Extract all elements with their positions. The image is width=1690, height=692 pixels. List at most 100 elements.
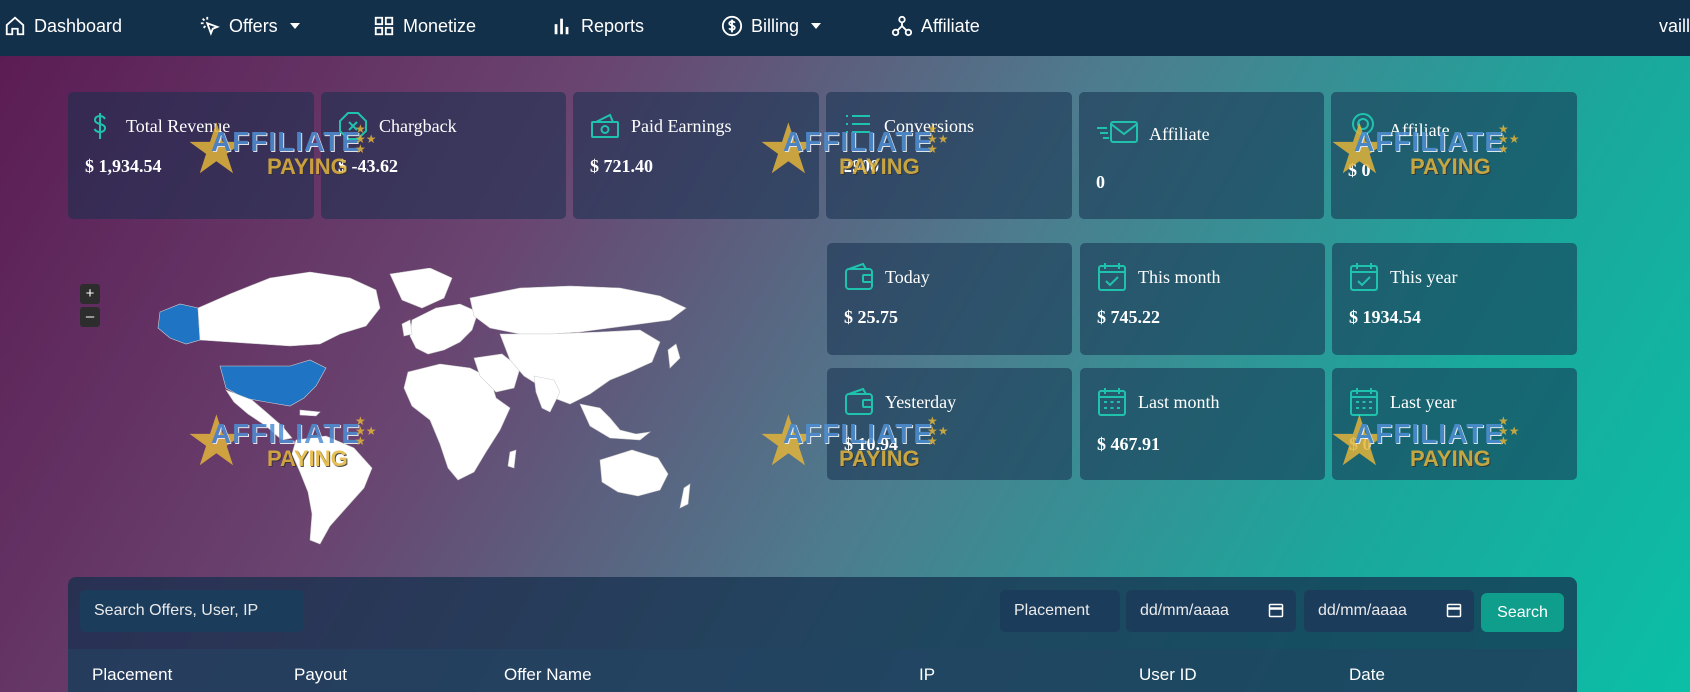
card-title: Today <box>885 267 930 287</box>
card-value: $ 10.94 <box>844 434 898 454</box>
calendar-icon[interactable] <box>1268 602 1284 618</box>
map-japan[interactable] <box>667 343 681 369</box>
card-title: Affiliate <box>1149 124 1210 144</box>
card-title: This year <box>1390 267 1458 287</box>
card-title: Paid Earnings <box>631 116 732 136</box>
map-caribbean[interactable] <box>299 409 321 417</box>
card-value: $ 0 <box>1348 160 1371 180</box>
map-madagascar[interactable] <box>507 449 517 469</box>
card-last-month: Last month $ 467.91 <box>1080 368 1325 480</box>
card-today: Today $ 25.75 <box>827 243 1072 355</box>
dollar-icon <box>84 110 116 142</box>
map-southeast-asia[interactable] <box>579 403 652 441</box>
map-south-america[interactable] <box>291 435 373 545</box>
column-header-ip[interactable]: IP <box>919 665 935 685</box>
card-value: $ -43.62 <box>338 156 398 176</box>
map-canada[interactable] <box>197 271 381 347</box>
map-zoom-out-button[interactable]: – <box>80 307 100 327</box>
list-icon <box>842 110 874 142</box>
nav-monetize[interactable]: Monetize <box>373 0 476 52</box>
date-from-placeholder: dd/mm/aaaa <box>1140 602 1229 619</box>
card-title: Last year <box>1390 392 1457 412</box>
card-value: $ 0 <box>1349 434 1372 454</box>
map-russia[interactable] <box>469 285 687 335</box>
card-value: $ 1934.54 <box>1349 307 1421 327</box>
nav-dashboard[interactable]: Dashboard <box>4 0 122 52</box>
map-alaska[interactable] <box>157 303 201 345</box>
conversions-table-panel: Search Offers, User, IP Placement dd/mm/… <box>68 577 1577 692</box>
nav-billing[interactable]: Billing <box>721 0 822 52</box>
date-from-input[interactable]: dd/mm/aaaa <box>1126 590 1296 632</box>
placement-label: Placement <box>1014 602 1090 619</box>
map-asia[interactable] <box>499 329 661 405</box>
card-last-year: Last year $ 0 <box>1332 368 1577 480</box>
card-value: 0 <box>1096 172 1105 192</box>
column-header-offer-name[interactable]: Offer Name <box>504 665 592 685</box>
card-title: Chargback <box>379 116 457 136</box>
nav-affiliate-label: Affiliate <box>921 15 980 36</box>
column-header-date[interactable]: Date <box>1349 665 1385 685</box>
column-header-payout[interactable]: Payout <box>294 665 347 685</box>
map-uk[interactable] <box>401 319 413 337</box>
money-icon <box>589 110 621 142</box>
nav-offers-label: Offers <box>229 15 278 36</box>
card-value: 2900 <box>843 156 879 176</box>
top-navbar: Dashboard Offers Monetize Reports Billin… <box>0 0 1690 56</box>
search-button[interactable]: Search <box>1481 593 1564 632</box>
card-this-month: This month $ 745.22 <box>1080 243 1325 355</box>
card-paid-earnings: Paid Earnings $ 721.40 <box>573 92 819 219</box>
world-map[interactable] <box>140 268 720 550</box>
map-greenland[interactable] <box>389 268 453 309</box>
search-placeholder: Search Offers, User, IP <box>94 602 259 619</box>
calendar-icon[interactable] <box>1446 602 1462 618</box>
card-total-revenue: Total Revenue $ 1,934.54 <box>68 92 314 219</box>
dollar-circle-icon <box>721 15 743 37</box>
nav-offers[interactable]: Offers <box>199 0 300 52</box>
date-to-placeholder: dd/mm/aaaa <box>1318 602 1407 619</box>
home-icon <box>5 16 25 36</box>
cursor-click-icon <box>200 16 220 36</box>
date-to-input[interactable]: dd/mm/aaaa <box>1304 590 1474 632</box>
card-yesterday: Yesterday $ 10.94 <box>827 368 1072 480</box>
nav-reports-label: Reports <box>581 15 645 36</box>
map-new-zealand[interactable] <box>679 483 691 509</box>
card-value: $ 745.22 <box>1097 307 1160 327</box>
username: vaill <box>1658 15 1690 36</box>
map-australia[interactable] <box>599 449 669 497</box>
column-header-placement[interactable]: Placement <box>92 665 172 685</box>
calendar-check-icon <box>1096 261 1128 293</box>
card-conversions: Conversions 2900 <box>826 92 1072 219</box>
wallet-icon <box>843 386 875 418</box>
calendar-check-icon <box>1348 261 1380 293</box>
calendar-icon <box>1096 386 1128 418</box>
network-icon <box>891 15 913 37</box>
nav-billing-label: Billing <box>751 15 800 36</box>
wallet-icon <box>843 261 875 293</box>
placement-select[interactable]: Placement <box>1000 590 1120 632</box>
card-affiliate-count: Affiliate 0 <box>1079 92 1324 219</box>
card-value: $ 467.91 <box>1097 434 1160 454</box>
card-this-year: This year $ 1934.54 <box>1332 243 1577 355</box>
filter-bar: Search Offers, User, IP Placement dd/mm/… <box>68 577 1577 649</box>
nav-dashboard-label: Dashboard <box>34 15 123 36</box>
card-value: $ 25.75 <box>844 307 898 327</box>
nav-affiliate[interactable]: Affiliate <box>891 0 980 52</box>
map-zoom-in-button[interactable]: + <box>80 284 100 304</box>
card-title: Conversions <box>884 116 974 136</box>
zoom-in-label: + <box>85 285 95 302</box>
card-title: Affiliate <box>1389 120 1450 140</box>
card-title: Last month <box>1138 392 1220 412</box>
user-menu[interactable]: vaill <box>1659 0 1690 52</box>
bar-chart-icon <box>554 18 569 35</box>
search-input[interactable]: Search Offers, User, IP <box>80 590 304 632</box>
column-header-user-id[interactable]: User ID <box>1139 665 1197 685</box>
card-affiliate-earnings: Affiliate $ 0 <box>1331 92 1577 219</box>
calendar-icon <box>1348 386 1380 418</box>
grid-icon <box>374 16 394 36</box>
zoom-out-label: – <box>85 308 95 325</box>
card-title: This month <box>1138 267 1221 287</box>
mail-fast-icon <box>1095 116 1139 148</box>
nav-reports[interactable]: Reports <box>551 0 644 52</box>
nav-monetize-label: Monetize <box>403 15 477 36</box>
map-europe[interactable] <box>409 303 479 355</box>
